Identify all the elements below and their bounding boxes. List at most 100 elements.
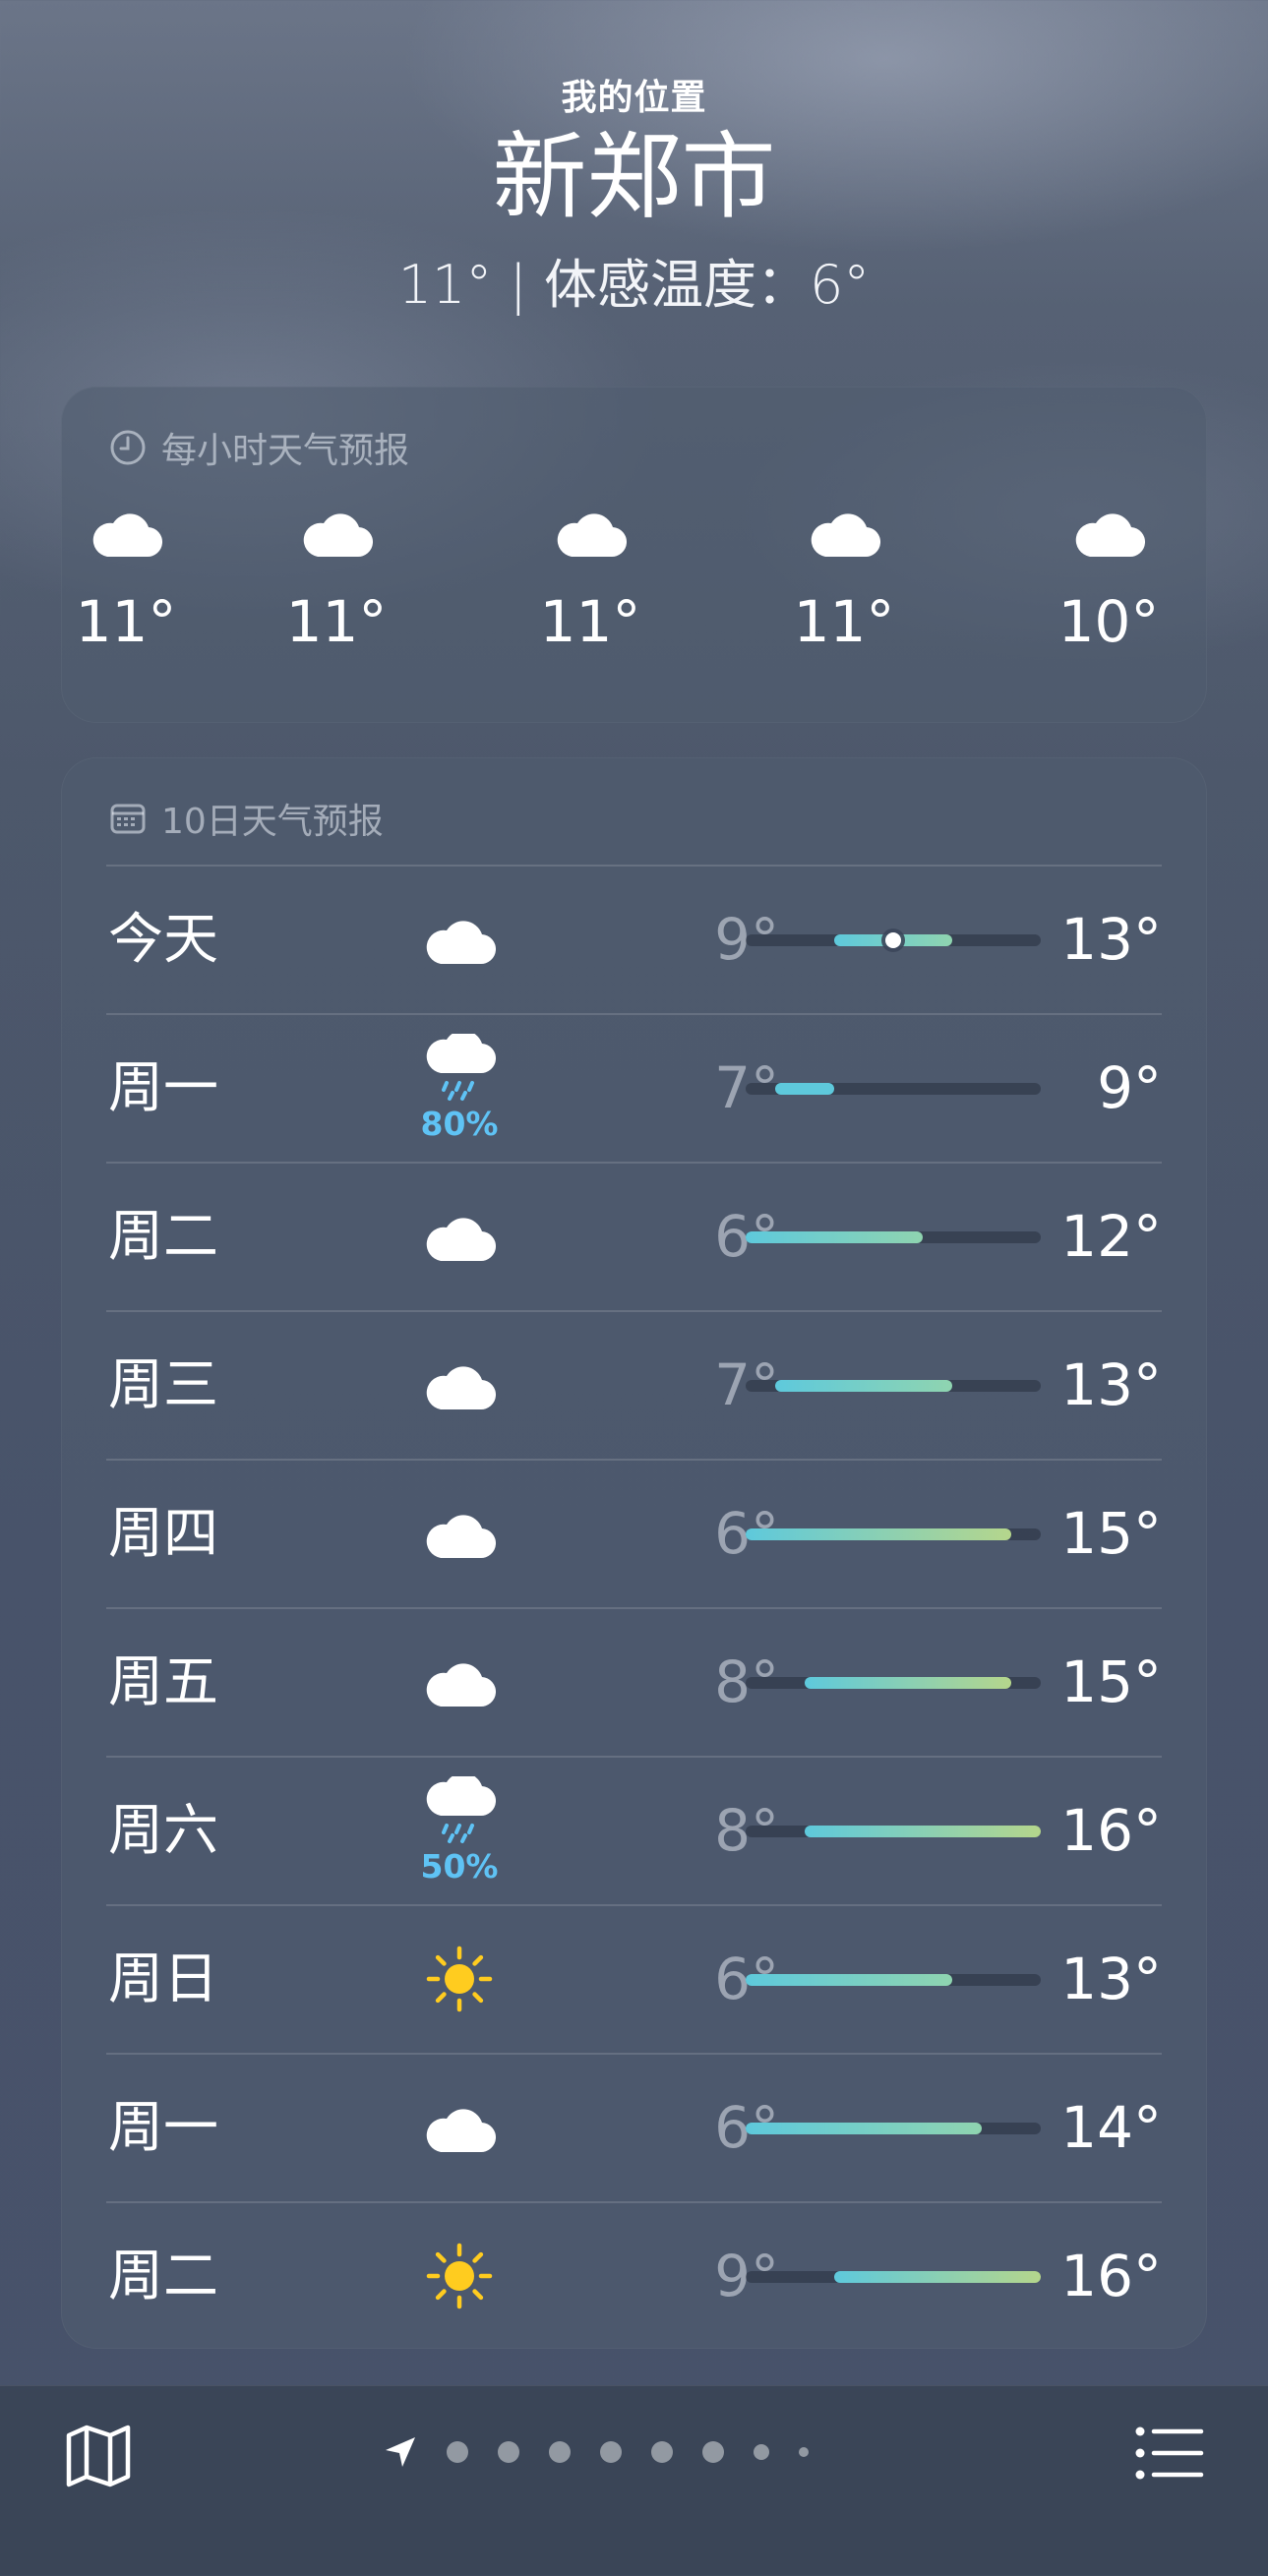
day-weather: 80% (395, 1014, 523, 1163)
precipitation-chance: 80% (420, 1105, 499, 1143)
daily-row[interactable]: 周日 6° 13° (61, 1905, 1207, 2054)
day-name: 周五 (108, 1650, 218, 1714)
page-dot[interactable] (651, 2441, 673, 2463)
daily-row[interactable]: 周六 50% 8° 16° (61, 1757, 1207, 1905)
daily-row[interactable]: 周四 6° 15° (61, 1460, 1207, 1608)
high-temperature: 13° (1060, 1946, 1162, 2012)
hourly-temperature: 11° (793, 588, 895, 655)
day-weather (395, 1905, 523, 2054)
daily-forecast-label: 10日天气预报 (161, 802, 384, 842)
sun-icon (426, 1946, 493, 2012)
hourly-temperature: 10° (1057, 588, 1160, 655)
high-temperature: 13° (1060, 906, 1162, 973)
cloud-icon (557, 513, 627, 558)
daily-row[interactable]: 周二 6° 12° (61, 1163, 1207, 1311)
day-weather (395, 866, 523, 1014)
cloud-icon (426, 1366, 496, 1410)
temperature-range-fill (746, 1974, 952, 1986)
day-name: 周二 (108, 2245, 218, 2308)
temperature-range-bar (746, 2271, 1041, 2283)
day-weather (395, 1311, 523, 1460)
page-dot[interactable] (600, 2441, 622, 2463)
day-name: 周四 (108, 1502, 218, 1566)
temperature-range-bar (746, 1231, 1041, 1243)
day-weather (395, 2054, 523, 2202)
hourly-item: 11° (47, 509, 205, 655)
day-name: 周六 (108, 1799, 218, 1863)
temperature-range-bar (746, 1083, 1041, 1095)
temperature-range-bar (746, 1974, 1041, 1986)
hourly-item: 11° (258, 509, 415, 655)
daily-row[interactable]: 今天 9° 13° (61, 866, 1207, 1014)
hourly-forecast-card[interactable]: 每小时天气预报 11° 11° 11° 11° 10° (61, 387, 1207, 723)
cloud-icon (426, 1218, 496, 1262)
daily-row[interactable]: 周五 8° 15° (61, 1608, 1207, 1757)
clock-icon (110, 430, 146, 465)
day-name: 周三 (108, 1353, 218, 1417)
page-dot[interactable] (549, 2441, 571, 2463)
hourly-temperature: 11° (75, 588, 177, 655)
hourly-item: 11° (512, 509, 669, 655)
cloud-icon (303, 513, 373, 558)
precipitation-chance: 50% (420, 1847, 499, 1886)
day-weather (395, 1608, 523, 1757)
page-dot[interactable] (447, 2441, 468, 2463)
sun-icon (426, 2243, 493, 2309)
high-temperature: 15° (1060, 1648, 1162, 1715)
hourly-temperature: 11° (539, 588, 641, 655)
daily-row[interactable]: 周二 9° 16° (61, 2202, 1207, 2351)
cloud-icon (811, 513, 880, 558)
hourly-forecast-title: 每小时天气预报 (108, 422, 409, 473)
daily-forecast-title: 10日天气预报 (108, 793, 384, 844)
cloud-icon (426, 1663, 496, 1707)
temperature-range-fill (746, 1528, 1011, 1540)
day-name: 周一 (108, 2096, 218, 2160)
temperature-range-bar (746, 1677, 1041, 1689)
location-arrow-icon (386, 2437, 415, 2467)
bottom-toolbar (0, 2385, 1268, 2576)
location-header: 我的位置 新郑市 11° | 体感温度：6° (0, 69, 1268, 319)
current-temperature: 11° | 体感温度：6° (397, 253, 871, 316)
cloud-icon (426, 1515, 496, 1559)
cloud-icon (426, 2109, 496, 2153)
page-dot[interactable] (754, 2444, 769, 2460)
daily-row[interactable]: 周一 6° 14° (61, 2054, 1207, 2202)
map-icon[interactable] (63, 2420, 134, 2490)
cloud-icon (426, 921, 496, 965)
high-temperature: 14° (1060, 2094, 1162, 2161)
city-name: 新郑市 (492, 122, 776, 232)
page-dot[interactable] (799, 2447, 809, 2457)
day-name: 今天 (108, 908, 218, 972)
day-name: 周日 (108, 1947, 218, 2011)
daily-row[interactable]: 周三 7° 13° (61, 1311, 1207, 1460)
high-temperature: 16° (1060, 2243, 1162, 2309)
daily-forecast-card[interactable]: 10日天气预报 今天 9° 13° 周一 80% 7° 9° 周二 6° 12° 周三 7° 13° 周四… (61, 757, 1207, 2349)
high-temperature: 13° (1060, 1351, 1162, 1418)
location-label: 我的位置 (561, 78, 707, 118)
current-temperature-dot (885, 932, 901, 948)
daily-row[interactable]: 周一 80% 7° 9° (61, 1014, 1207, 1163)
page-indicator[interactable] (382, 2433, 838, 2471)
temperature-range-fill (746, 2123, 982, 2134)
temperature-range-fill (775, 1083, 834, 1095)
day-name: 周一 (108, 1056, 218, 1120)
page-dot[interactable] (702, 2441, 724, 2463)
day-weather (395, 1163, 523, 1311)
temperature-range-bar (746, 1528, 1041, 1540)
temperature-range-fill (775, 1380, 952, 1392)
cloud-icon (1075, 513, 1145, 558)
temperature-range-bar (746, 1380, 1041, 1392)
high-temperature: 15° (1060, 1500, 1162, 1567)
day-weather (395, 2202, 523, 2351)
list-icon[interactable] (1134, 2424, 1205, 2483)
cloud-rain-icon (426, 1034, 496, 1101)
temperature-range-bar (746, 932, 1041, 948)
hourly-list: 11° 11° 11° 11° 10° (61, 509, 1207, 696)
cloud-rain-icon (426, 1776, 496, 1843)
hourly-temperature: 11° (285, 588, 388, 655)
page-dot[interactable] (498, 2441, 519, 2463)
calendar-icon (110, 804, 146, 834)
cloud-icon (92, 513, 162, 558)
hourly-item: 11° (765, 509, 923, 655)
temperature-range-fill (805, 1677, 1011, 1689)
